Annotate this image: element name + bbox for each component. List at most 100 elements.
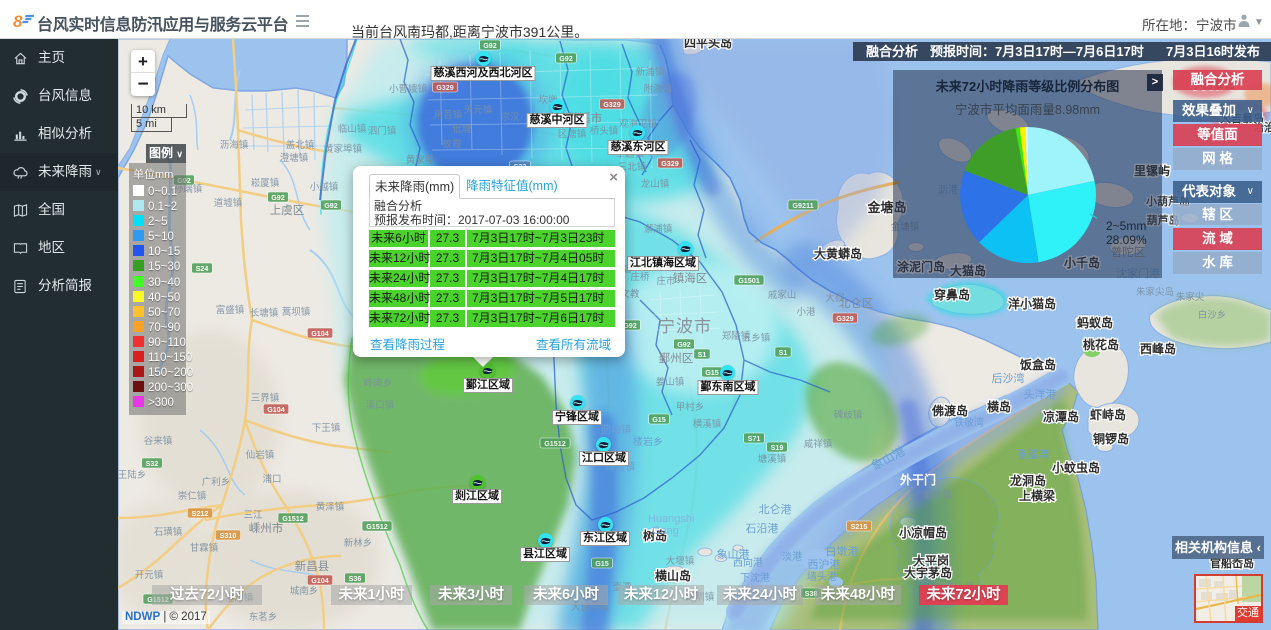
svg-text:临山镇: 临山镇 — [338, 123, 367, 135]
svg-text:城南乡: 城南乡 — [290, 585, 319, 597]
svg-text:区塘镇: 区塘镇 — [558, 128, 587, 140]
svg-text:白墩港: 白墩港 — [826, 544, 859, 558]
svg-text:S71: S71 — [748, 434, 761, 443]
svg-text:穿鼻岛: 穿鼻岛 — [934, 287, 970, 302]
svg-text:张鲨湾: 张鲨湾 — [1017, 447, 1050, 461]
svg-text:戚家山: 戚家山 — [768, 289, 797, 301]
svg-text:三界镇: 三界镇 — [251, 392, 280, 404]
svg-text:Huangshi: Huangshi — [648, 513, 694, 525]
svg-text:G329: G329 — [836, 314, 854, 323]
svg-text:上横梁: 上横梁 — [1019, 488, 1055, 503]
svg-text:大堰镇: 大堰镇 — [666, 555, 695, 567]
svg-text:庄桥: 庄桥 — [630, 271, 650, 283]
svg-text:上虞区: 上虞区 — [270, 203, 305, 217]
svg-text:外干门: 外干门 — [900, 472, 936, 487]
svg-text:三江: 三江 — [243, 510, 263, 521]
svg-text:G15: G15 — [652, 415, 666, 424]
svg-text:G329: G329 — [661, 159, 679, 168]
svg-text:仙岩镇: 仙岩镇 — [246, 449, 275, 461]
svg-text:下沈港: 下沈港 — [740, 571, 770, 584]
svg-text:Gang: Gang — [652, 525, 679, 537]
svg-text:G1512: G1512 — [544, 439, 566, 448]
svg-text:黄家埠镇: 黄家埠镇 — [324, 143, 363, 155]
svg-text:道墟镇: 道墟镇 — [214, 197, 243, 209]
svg-text:铁敬湾: 铁敬湾 — [954, 416, 984, 429]
svg-text:铜锣岛: 铜锣岛 — [1093, 431, 1129, 446]
svg-text:淡港: 淡港 — [782, 551, 802, 563]
svg-text:8: 8 — [13, 12, 23, 30]
svg-text:嵊州市: 嵊州市 — [249, 521, 284, 535]
svg-text:小曹娥镇: 小曹娥镇 — [389, 83, 428, 95]
svg-text:S310: S310 — [220, 531, 237, 540]
svg-text:北仑区: 北仑区 — [839, 296, 874, 310]
svg-text:G1512: G1512 — [282, 514, 304, 523]
svg-text:黄家埠: 黄家埠 — [406, 154, 435, 166]
svg-text:S212: S212 — [192, 509, 209, 518]
svg-text:S36: S36 — [349, 574, 362, 583]
svg-text:西峰岛: 西峰岛 — [1140, 341, 1176, 356]
svg-text:小凉帽岛: 小凉帽岛 — [899, 525, 947, 540]
svg-text:虾峙岛: 虾峙岛 — [1090, 407, 1126, 422]
svg-text:蚂蚁岛: 蚂蚁岛 — [1077, 315, 1113, 330]
svg-text:G104: G104 — [311, 329, 329, 338]
svg-text:谷来镇: 谷来镇 — [144, 435, 173, 447]
svg-text:横岛: 横岛 — [987, 399, 1011, 414]
svg-text:桥头镇: 桥头镇 — [590, 125, 619, 137]
svg-text:凉潭岛: 凉潭岛 — [1043, 409, 1079, 424]
svg-text:附海镇: 附海镇 — [644, 83, 673, 95]
svg-text:开元镇: 开元镇 — [135, 569, 164, 581]
svg-text:崧厦镇: 崧厦镇 — [251, 177, 280, 189]
svg-text:澥浦镇: 澥浦镇 — [644, 223, 673, 235]
svg-text:G92: G92 — [324, 201, 338, 210]
svg-text:西沪港: 西沪港 — [808, 557, 841, 571]
svg-text:浦口: 浦口 — [262, 473, 281, 485]
svg-text:白沙乡: 白沙乡 — [1198, 309, 1227, 321]
svg-text:朱家尖岛: 朱家尖岛 — [1136, 286, 1174, 298]
svg-text:龙山镇: 龙山镇 — [641, 178, 670, 190]
svg-text:G1501: G1501 — [738, 276, 760, 285]
svg-text:小蚊虫岛: 小蚊虫岛 — [1052, 460, 1100, 475]
svg-text:小越镇: 小越镇 — [310, 181, 339, 193]
svg-text:G92: G92 — [271, 193, 285, 202]
svg-text:佛渡岛: 佛渡岛 — [931, 403, 968, 418]
svg-text:镇海区: 镇海区 — [673, 271, 708, 285]
svg-text:郑隘镇: 郑隘镇 — [722, 330, 751, 342]
svg-text:G329: G329 — [603, 100, 621, 109]
svg-text:长塘镇: 长塘镇 — [250, 307, 279, 319]
svg-text:蛟头镇: 蛟头镇 — [924, 489, 953, 501]
svg-text:溪口镇: 溪口镇 — [366, 399, 395, 411]
svg-text:S215: S215 — [851, 522, 868, 531]
svg-text:西向港: 西向港 — [733, 556, 763, 569]
svg-text:沥海镇: 沥海镇 — [220, 139, 249, 151]
svg-text:新林乡: 新林乡 — [344, 537, 373, 549]
svg-text:G104: G104 — [267, 405, 285, 414]
svg-text:S24: S24 — [196, 264, 209, 273]
svg-text:王陆乡: 王陆乡 — [118, 469, 146, 481]
svg-text:宗汉: 宗汉 — [500, 111, 520, 123]
svg-text:G104: G104 — [311, 576, 329, 585]
svg-text:蒿坝镇: 蒿坝镇 — [282, 306, 311, 318]
svg-text:岭南乡: 岭南乡 — [364, 377, 393, 389]
svg-text:饭盒岛: 饭盒岛 — [1019, 357, 1056, 372]
svg-text:楼岩乡: 楼岩乡 — [633, 435, 663, 448]
svg-text:G15: G15 — [705, 368, 719, 377]
svg-text:大黄蟒岛: 大黄蟒岛 — [814, 246, 862, 261]
svg-text:洋小猫岛: 洋小猫岛 — [1008, 296, 1056, 311]
svg-text:头洋港: 头洋港 — [1024, 387, 1057, 401]
svg-text:用苕镇: 用苕镇 — [434, 109, 463, 121]
svg-text:北仑港: 北仑港 — [759, 502, 792, 516]
svg-text:S1: S1 — [698, 350, 707, 359]
svg-text:G9211: G9211 — [792, 201, 813, 210]
svg-text:广利乡: 广利乡 — [202, 476, 231, 488]
svg-text:G329: G329 — [436, 83, 454, 92]
svg-text:鄞州区: 鄞州区 — [659, 352, 694, 365]
svg-text:G1512: G1512 — [366, 522, 388, 531]
svg-text:新浦镇: 新浦镇 — [636, 66, 665, 78]
svg-text:新昌县: 新昌县 — [295, 559, 330, 573]
svg-text:天元镇: 天元镇 — [464, 104, 493, 116]
svg-text:泗门镇: 泗门镇 — [368, 125, 397, 137]
svg-text:大宇茅岛: 大宇茅岛 — [904, 565, 952, 580]
svg-text:G92: G92 — [623, 321, 637, 330]
svg-text:下王镇: 下王镇 — [312, 422, 341, 434]
svg-text:石沿港: 石沿港 — [746, 522, 779, 535]
